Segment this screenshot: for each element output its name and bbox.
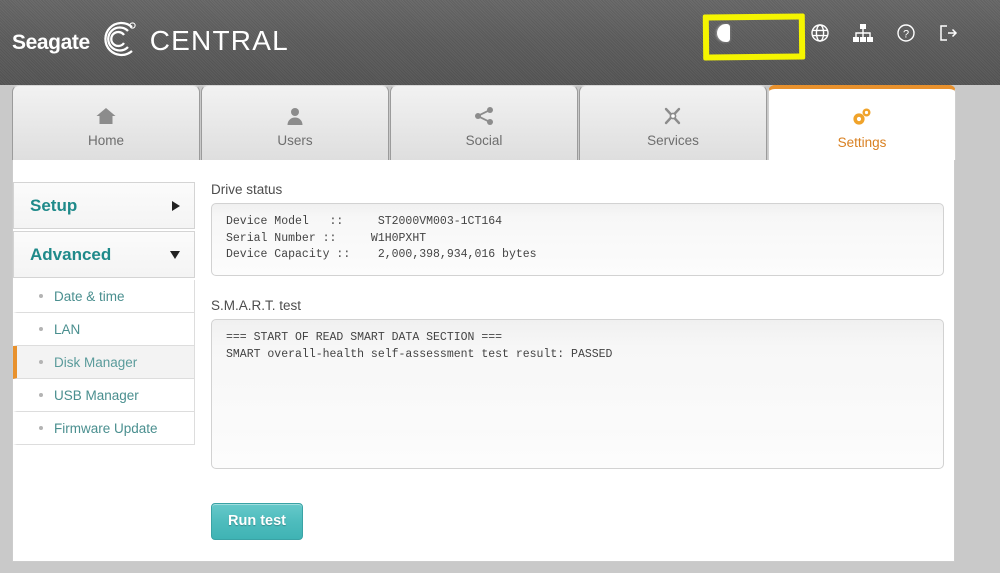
sidebar-item-lan[interactable]: LAN — [13, 313, 195, 346]
brand-name: Seagate — [12, 30, 90, 54]
user-icon — [285, 100, 305, 126]
sidebar-item-firmware-update[interactable]: Firmware Update — [13, 412, 195, 445]
app-header: Seagate CENTRAL ? — [0, 0, 1000, 85]
tab-label: Home — [87, 132, 124, 148]
chevron-right-icon — [172, 200, 180, 211]
drive-status-output: Device Model :: ST2000VM003-1CT164 Seria… — [211, 203, 944, 276]
seagate-swirl-logo — [92, 18, 138, 60]
seagate-central-app: Seagate CENTRAL ? Home Users Social Serv… — [0, 0, 1000, 573]
bullet-icon — [39, 327, 43, 331]
chevron-down-icon — [170, 250, 180, 259]
gears-icon — [850, 102, 874, 128]
tab-services[interactable]: Services — [579, 85, 767, 161]
sidebar-item-date-time[interactable]: Date & time — [13, 280, 195, 313]
power-toggle[interactable] — [714, 22, 788, 44]
disk-manager-panel: Drive status Device Model :: ST2000VM003… — [211, 182, 944, 540]
product-name: CENTRAL — [149, 24, 289, 56]
left-gutter — [0, 85, 12, 573]
tab-settings[interactable]: Settings — [768, 85, 956, 162]
header-icon-bar: ? — [714, 22, 958, 44]
drive-status-label: Drive status — [211, 182, 283, 197]
home-icon — [95, 100, 117, 126]
bullet-icon — [39, 426, 43, 430]
sidebar-item-label: LAN — [54, 321, 81, 337]
sidebar-item-label: USB Manager — [54, 387, 139, 403]
sidebar-item-label: Disk Manager — [54, 354, 138, 370]
help-icon[interactable]: ? — [896, 23, 916, 43]
tools-icon — [662, 100, 684, 126]
share-icon — [473, 100, 495, 126]
logout-icon[interactable] — [938, 23, 958, 43]
content-panel: Setup Advanced Date & time LAN Disk Mana… — [12, 160, 955, 562]
sidebar-item-usb-manager[interactable]: USB Manager — [13, 379, 195, 412]
brand-logo: Seagate CENTRAL — [12, 18, 289, 60]
smart-test-output: === START OF READ SMART DATA SECTION ===… — [211, 319, 944, 469]
sidebar-group-advanced[interactable]: Advanced — [13, 231, 195, 278]
globe-icon[interactable] — [810, 23, 830, 43]
tab-label: Settings — [837, 134, 887, 150]
network-icon[interactable] — [852, 23, 874, 43]
right-gutter — [955, 160, 1000, 573]
svg-text:?: ? — [903, 29, 909, 41]
sidebar-item-label: Date & time — [54, 288, 125, 304]
tab-label: Services — [647, 132, 699, 148]
tab-social[interactable]: Social — [390, 85, 578, 161]
smart-test-label: S.M.A.R.T. test — [211, 298, 302, 313]
bullet-icon — [39, 294, 43, 298]
sidebar-item-disk-manager[interactable]: Disk Manager — [13, 346, 195, 379]
settings-sidebar: Setup Advanced Date & time LAN Disk Mana… — [13, 182, 195, 445]
bottom-gutter — [0, 562, 1000, 573]
sidebar-group-label: Advanced — [30, 244, 112, 264]
tab-home[interactable]: Home — [12, 85, 200, 161]
bullet-icon — [39, 360, 43, 364]
bullet-icon — [39, 393, 43, 397]
sidebar-group-label: Setup — [30, 195, 78, 215]
sidebar-group-setup[interactable]: Setup — [13, 182, 195, 229]
tab-users[interactable]: Users — [201, 85, 389, 161]
run-test-button[interactable]: Run test — [211, 503, 303, 540]
main-tab-bar: Home Users Social Services Settings — [0, 85, 1000, 162]
tab-label: Social — [465, 132, 503, 148]
sidebar-item-label: Firmware Update — [54, 420, 158, 436]
tab-label: Users — [277, 132, 313, 148]
